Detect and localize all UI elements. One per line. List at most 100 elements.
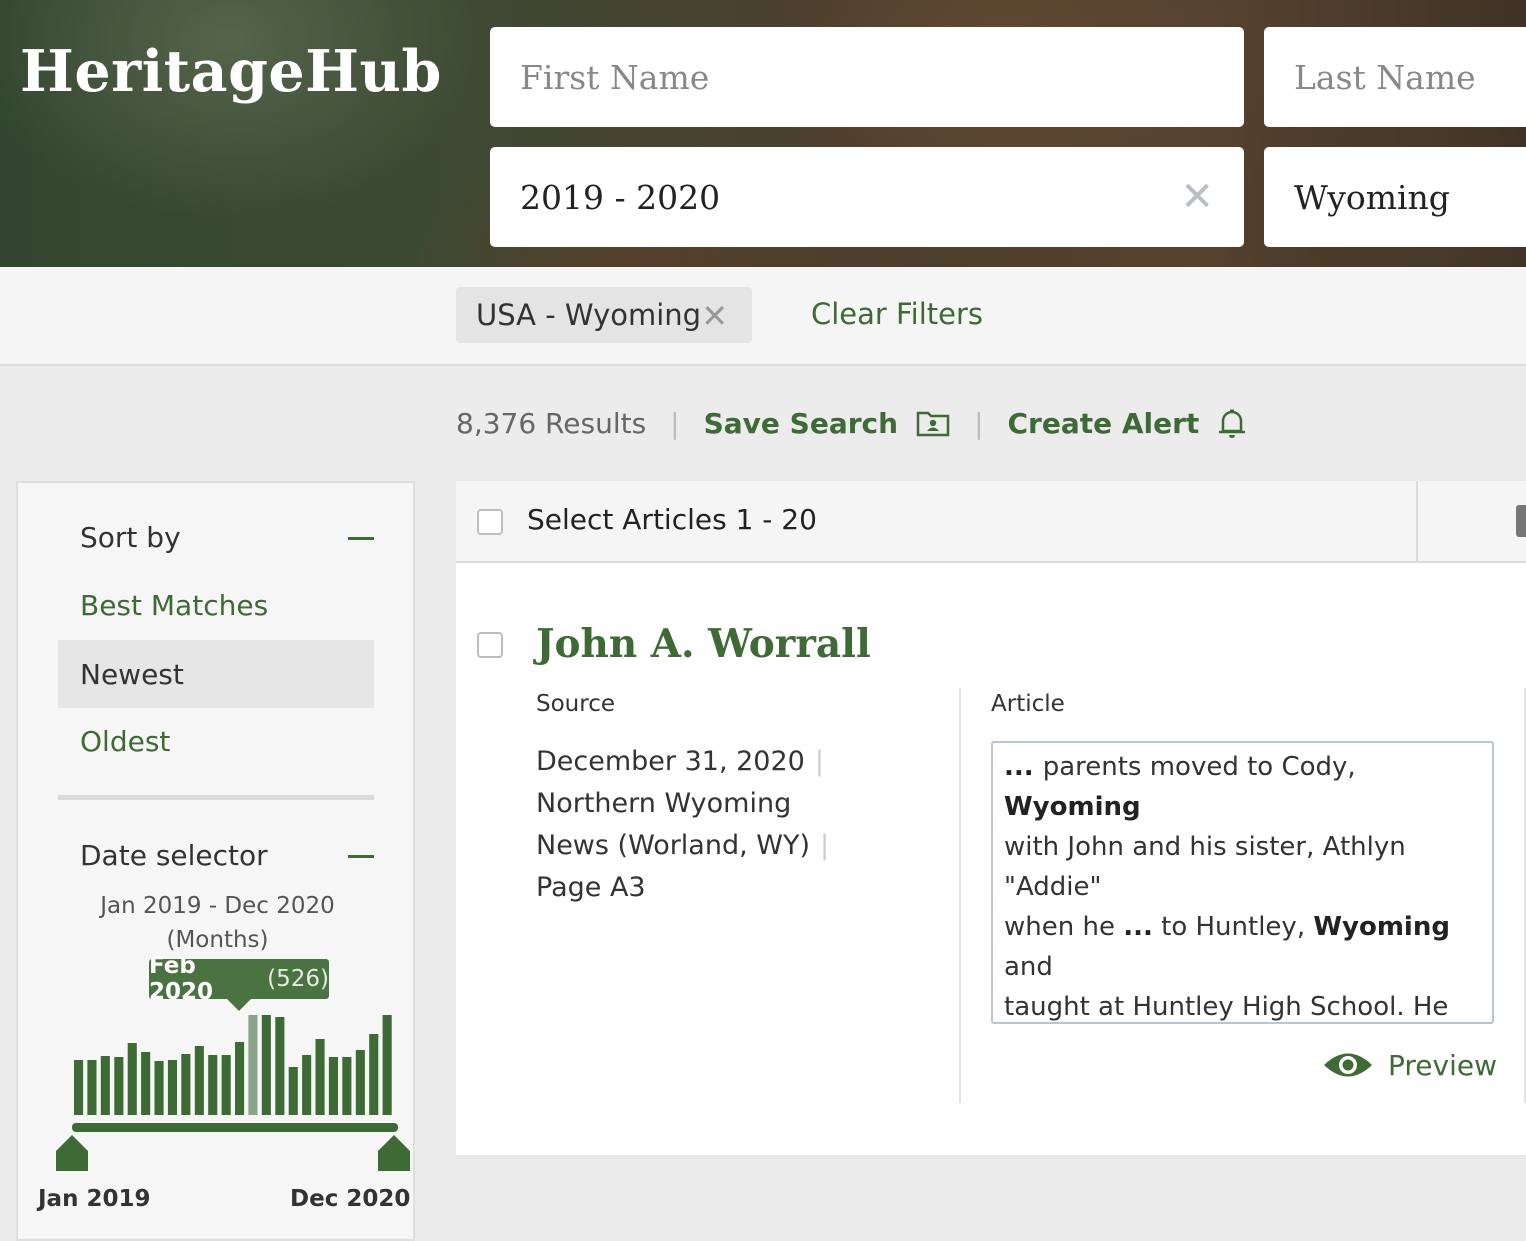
create-alert-link[interactable]: Create Alert bbox=[1008, 407, 1200, 440]
publication-line: Northern Wyoming bbox=[536, 788, 792, 819]
histogram-bar[interactable] bbox=[382, 1015, 392, 1115]
snippet-line: with John and his sister, Athlyn "Addie" bbox=[1004, 827, 1480, 907]
filter-chip[interactable]: USA - Wyoming ✕ bbox=[456, 287, 752, 343]
histogram-bar[interactable] bbox=[275, 1017, 285, 1115]
histogram-bar[interactable] bbox=[154, 1061, 164, 1115]
separator: | bbox=[974, 406, 984, 440]
last-name-field[interactable] bbox=[1264, 27, 1526, 127]
histogram-bar[interactable] bbox=[127, 1043, 137, 1115]
histogram-tooltip: Feb 2020 (526) bbox=[149, 953, 329, 1011]
column-divider bbox=[959, 688, 961, 1103]
divider bbox=[1416, 481, 1418, 563]
clear-date-close-icon[interactable]: ✕ bbox=[1180, 175, 1214, 219]
first-name-field[interactable] bbox=[490, 27, 1244, 127]
date-range-value[interactable]: 2019 - 2020 bbox=[520, 178, 720, 217]
preview-button[interactable]: Preview bbox=[1322, 1048, 1497, 1082]
histogram-bar[interactable] bbox=[87, 1060, 97, 1115]
histogram-bar[interactable] bbox=[342, 1057, 352, 1115]
snippet-line: ... parents moved to Cody, Wyoming bbox=[1004, 747, 1480, 827]
divider bbox=[58, 795, 374, 800]
results-toolbar: 8,376 Results | Save Search | Create Ale… bbox=[456, 403, 1247, 443]
article-title[interactable]: John A. Worrall bbox=[536, 621, 871, 667]
date-selector-heading: Date selector bbox=[80, 839, 268, 872]
results-count: 8,376 Results bbox=[456, 406, 647, 440]
snippet-text: to Huntley, bbox=[1152, 912, 1314, 942]
save-search-link[interactable]: Save Search bbox=[704, 407, 898, 440]
snippet-line: when he ... to Huntley, Wyoming and bbox=[1004, 907, 1480, 987]
article-date: December 31, 2020 bbox=[536, 746, 805, 777]
snippet-line: taught at Huntley High School. He then bbox=[1004, 987, 1480, 1022]
site-logo[interactable]: HeritageHub bbox=[20, 38, 442, 105]
histogram-bar[interactable] bbox=[261, 1015, 271, 1115]
snippet-text: parents moved to Cody, bbox=[1042, 752, 1356, 782]
toolbar-edge-icon[interactable] bbox=[1516, 505, 1526, 537]
separator: | bbox=[670, 406, 680, 440]
histogram-bar[interactable] bbox=[167, 1060, 177, 1115]
select-all-checkbox[interactable] bbox=[477, 509, 503, 535]
article-page: Page A3 bbox=[536, 872, 646, 903]
date-histogram[interactable] bbox=[54, 1015, 414, 1175]
sort-option-newest[interactable]: Newest bbox=[58, 640, 374, 708]
snippet-text: taught at Huntley High School. He then bbox=[1004, 992, 1449, 1022]
histogram-bar[interactable] bbox=[114, 1057, 124, 1115]
folder-icon[interactable] bbox=[916, 409, 950, 437]
last-name-input[interactable] bbox=[1294, 57, 1526, 97]
date-range-label: Jan 2019 - Dec 2020 bbox=[100, 893, 335, 919]
clear-filters-link[interactable]: Clear Filters bbox=[811, 297, 983, 331]
histogram-bar[interactable] bbox=[221, 1055, 231, 1115]
select-all-label[interactable]: Select Articles 1 - 20 bbox=[527, 503, 817, 536]
sidebar: Sort by Best Matches Newest Oldest Date … bbox=[16, 481, 415, 1241]
histogram-bar[interactable] bbox=[208, 1055, 218, 1115]
sort-option-oldest[interactable]: Oldest bbox=[80, 725, 170, 758]
sort-option-best-matches[interactable]: Best Matches bbox=[80, 589, 268, 622]
first-name-input[interactable] bbox=[520, 57, 1244, 97]
bell-icon[interactable] bbox=[1217, 407, 1247, 439]
histogram-bar[interactable] bbox=[288, 1067, 298, 1115]
location-value[interactable]: Wyoming bbox=[1294, 178, 1450, 217]
source-details: December 31, 2020 | Northern Wyoming News… bbox=[536, 741, 829, 909]
range-slider-track[interactable] bbox=[72, 1123, 398, 1132]
snippet-highlight: Wyoming bbox=[1313, 912, 1450, 942]
histogram-bar[interactable] bbox=[74, 1060, 84, 1115]
article-heading: Article bbox=[991, 691, 1065, 717]
date-unit-label: (Months) bbox=[166, 927, 269, 953]
preview-label: Preview bbox=[1388, 1048, 1497, 1082]
range-start-label: Jan 2019 bbox=[38, 1186, 151, 1212]
collapse-date-minus-icon[interactable] bbox=[348, 855, 374, 858]
separator: | bbox=[814, 746, 824, 777]
snippet-highlight: Wyoming bbox=[1004, 792, 1141, 822]
snippet-text: and bbox=[1004, 952, 1053, 982]
histogram-bar[interactable] bbox=[235, 1042, 245, 1115]
select-bar: Select Articles 1 - 20 bbox=[456, 481, 1526, 563]
range-end-handle[interactable] bbox=[378, 1135, 410, 1171]
date-range-field[interactable]: 2019 - 2020 ✕ bbox=[490, 147, 1244, 247]
histogram-bar[interactable] bbox=[369, 1034, 379, 1115]
eye-icon bbox=[1324, 1053, 1372, 1077]
histogram-bar[interactable] bbox=[181, 1054, 191, 1115]
filter-chip-label: USA - Wyoming bbox=[476, 298, 702, 332]
histogram-bar[interactable] bbox=[328, 1057, 338, 1115]
histogram-bar[interactable] bbox=[315, 1039, 325, 1115]
range-start-handle[interactable] bbox=[56, 1135, 88, 1171]
location-field[interactable]: Wyoming bbox=[1264, 147, 1526, 247]
histogram-bar[interactable] bbox=[302, 1055, 312, 1115]
sort-by-heading: Sort by bbox=[80, 521, 181, 554]
remove-filter-close-icon[interactable]: ✕ bbox=[701, 297, 728, 335]
article-snippet: ... parents moved to Cody, Wyoming with J… bbox=[991, 741, 1494, 1024]
histogram-bar[interactable] bbox=[248, 1015, 258, 1115]
histogram-bar[interactable] bbox=[141, 1052, 151, 1115]
snippet-text: with John and his sister, Athlyn "Addie" bbox=[1004, 832, 1406, 902]
collapse-sort-minus-icon[interactable] bbox=[348, 537, 374, 540]
snippet-highlight: ... bbox=[1004, 752, 1043, 782]
article-card: John A. Worrall Source December 31, 2020… bbox=[456, 563, 1526, 1159]
article-checkbox[interactable] bbox=[477, 632, 503, 658]
histogram-bar[interactable] bbox=[100, 1056, 110, 1115]
tooltip-count: (526) bbox=[267, 966, 329, 992]
source-heading: Source bbox=[536, 691, 615, 717]
separator: | bbox=[820, 830, 830, 861]
range-end-label: Dec 2020 bbox=[290, 1186, 411, 1212]
histogram-bar[interactable] bbox=[355, 1050, 365, 1115]
tooltip-month: Feb 2020 bbox=[149, 953, 214, 1005]
histogram-bar[interactable] bbox=[194, 1046, 204, 1115]
publication-line: News (Worland, WY) bbox=[536, 830, 810, 861]
